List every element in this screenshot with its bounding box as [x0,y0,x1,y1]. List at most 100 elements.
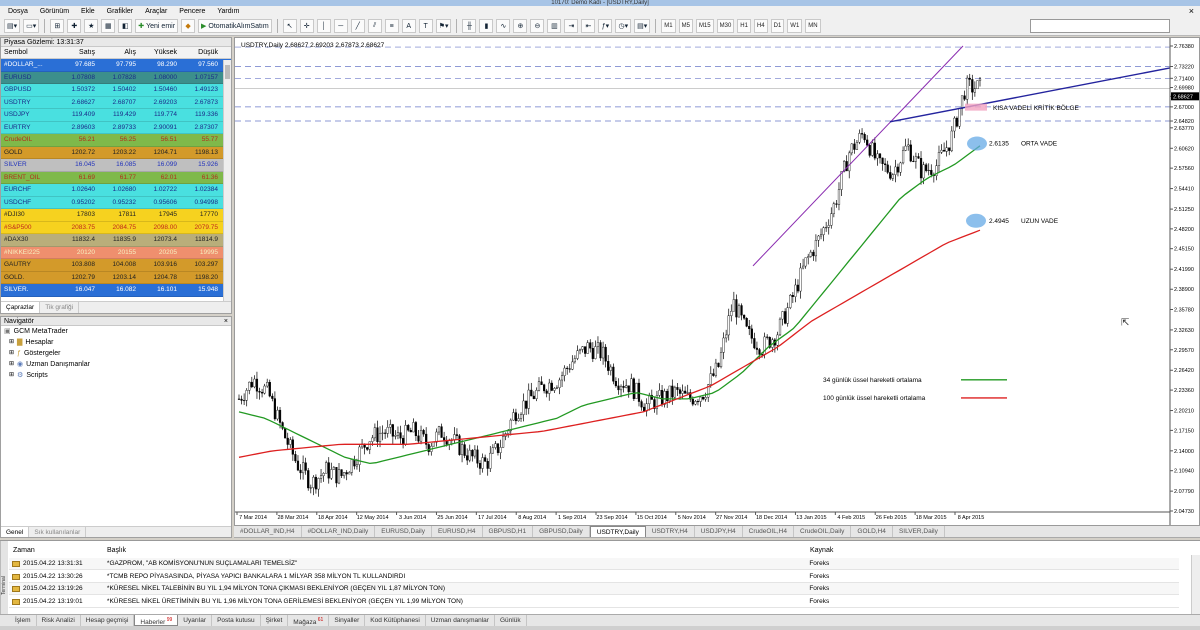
timeframe-w1[interactable]: W1 [787,19,803,33]
news-scrollbar[interactable] [1191,555,1200,615]
auto-trading-button[interactable]: ▶ OtomatikAlımSatım [198,19,272,33]
new-order-button[interactable]: ✚ Yeni emir [135,19,179,33]
market-watch-row[interactable]: USDTRY 2.68627 2.68707 2.69203 2.67873 [1,96,231,109]
timeframe-h1[interactable]: H1 [737,19,751,33]
data-window-icon[interactable]: ✚ [67,19,82,33]
terminal-tab[interactable]: Uzman danışmanlar [426,615,495,626]
line-chart-icon[interactable]: ∿ [496,19,511,33]
column-high[interactable]: Yüksek [139,47,180,58]
terminal-tab[interactable]: İşlem [10,615,37,626]
market-watch-row[interactable]: USDCHF 0.95202 0.95232 0.95606 0.94998 [1,196,231,209]
menu-window[interactable]: Pencere [179,8,205,15]
tester-icon[interactable]: ◧ [118,19,133,33]
menu-charts[interactable]: Grafikler [107,8,133,15]
arrows-icon[interactable]: ⚑▾ [435,19,452,33]
trendline-icon[interactable]: ╱ [350,19,365,33]
price-chart[interactable]: KISA VADELİ KRİTİK BÖLGE 2.6135 ORTA VADE 2… [234,37,1200,526]
terminal-tab[interactable]: Kod Kütüphanesi [365,615,426,626]
periods-icon[interactable]: ◷▾ [615,19,632,33]
market-watch-row[interactable]: EURCHF 1.02640 1.02680 1.02722 1.02384 [1,184,231,197]
terminal-tab[interactable]: Risk Analizi [37,615,81,626]
new-chart-icon[interactable]: ▤▾ [4,19,21,33]
terminal-tab[interactable]: Uyarılar [178,615,213,626]
close-icon[interactable]: × [1189,6,1194,17]
autoscroll-icon[interactable]: ⇥ [564,19,579,33]
scroll-thumb[interactable] [225,65,230,79]
crosshair-icon[interactable]: ✛ [299,19,314,33]
chart-tab[interactable]: USDJPY,H4 [695,526,743,537]
timeframe-h4[interactable]: H4 [753,19,768,33]
column-title[interactable]: Başlık [107,545,810,557]
market-watch-row[interactable]: #DJI30 17803 17811 17945 17770 [1,209,231,222]
chart-tab[interactable]: EURUSD,H4 [432,526,483,537]
navigator-item-accounts[interactable]: ⊞ ▇ Hesaplar [1,337,231,348]
vertical-line-icon[interactable]: │ [316,19,331,33]
chart-tab[interactable]: CrudeOIL,Daily [794,526,852,537]
news-row[interactable]: 2015.04.22 13:19:26 *KÜRESEL NİKEL TALEBİ… [9,583,1179,595]
market-watch-row[interactable]: BRENT_OIL 61.69 61.77 62.01 61.36 [1,171,231,184]
close-icon[interactable]: × [224,317,228,326]
text-icon[interactable]: A [401,19,416,33]
zoom-out-icon[interactable]: ⊖ [530,19,545,33]
chart-tab[interactable]: USDTRY,Daily [589,526,646,537]
market-watch-row[interactable]: SILVER 16.045 16.085 16.099 15.926 [1,159,231,172]
channel-icon[interactable]: ⫽ [367,19,382,33]
candle-chart-icon[interactable]: ▮ [479,19,494,33]
terminal-tab[interactable]: Günlük [495,615,527,626]
horizontal-line-icon[interactable]: ─ [333,19,348,33]
market-watch-scrollbar[interactable] [223,60,231,303]
chart-tab[interactable]: CrudeOIL,H4 [743,526,794,537]
bar-chart-icon[interactable]: ╫ [462,19,477,33]
terminal-tab[interactable]: Haberler 99 [134,615,179,626]
cursor-icon[interactable]: ↖ [282,19,297,33]
market-watch-row[interactable]: SILVER. 16.047 16.082 16.101 15.948 [1,284,231,297]
menu-file[interactable]: Dosya [8,8,28,15]
terminal-tab[interactable]: Mağaza 61 [288,615,330,626]
market-watch-row[interactable]: CrudeOIL 56.21 56.25 56.51 55.77 [1,134,231,147]
market-watch-icon[interactable]: ⊞ [50,19,65,33]
terminal-tab[interactable]: Hesap geçmişi [81,615,135,626]
search-input[interactable] [1030,19,1170,33]
navigator-root[interactable]: ▣ GCM MetaTrader [1,326,231,337]
terminal-icon[interactable]: ▦ [101,19,116,33]
chart-tab[interactable]: GBPUSD,Daily [533,526,590,537]
market-watch-row[interactable]: EURUSD 1.07808 1.07828 1.08000 1.07157 [1,71,231,84]
market-watch-row[interactable]: #S&P500 2083.75 2084.75 2098.00 2079.75 [1,221,231,234]
menu-insert[interactable]: Ekle [81,8,95,15]
market-watch-row[interactable]: #NIKKEI225 20120 20155 20205 19995 [1,246,231,259]
navigator-icon[interactable]: ★ [84,19,99,33]
terminal-tab[interactable]: Sinyaller [329,615,366,626]
chart-tab[interactable]: #DOLLAR_IND,H4 [234,526,302,537]
tab-favorites[interactable]: Sık kullanılanlar [29,527,87,537]
chart-tab[interactable]: USDTRY,H4 [646,526,695,537]
tab-tick-chart[interactable]: Tik grafiği [40,302,80,313]
navigator-item-scripts[interactable]: ⊞ ⚙ Scripts [1,370,231,381]
news-row[interactable]: 2015.04.22 13:30:26 *TCMB REPO PİYASASIND… [9,570,1179,583]
chart-tab[interactable]: GBPUSD,H1 [483,526,534,537]
templates-icon[interactable]: ▤▾ [634,19,651,33]
timeframe-m5[interactable]: M5 [678,19,693,33]
column-symbol[interactable]: Sembol [1,47,57,58]
news-row[interactable]: 2015.04.22 13:31:31 *GAZPROM, "AB KOMİSYO… [9,558,1179,570]
market-watch-row[interactable]: EURTRY 2.89603 2.89733 2.90091 2.87307 [1,121,231,134]
chart-shift-icon[interactable]: ⇤ [581,19,596,33]
tab-general[interactable]: Genel [1,527,30,537]
market-watch-row[interactable]: USDJPY 119.409 119.429 119.774 119.336 [1,109,231,122]
fibonacci-icon[interactable]: ≡ [384,19,399,33]
market-watch-row[interactable]: GOLD 1202.72 1203.22 1204.71 1198.13 [1,146,231,159]
terminal-tab[interactable]: Posta kutusu [212,615,261,626]
chart-canvas[interactable]: KISA VADELİ KRİTİK BÖLGE 2.6135 ORTA VADE 2… [235,38,1200,526]
timeframe-mn[interactable]: MN [805,19,821,33]
metaeditor-icon[interactable]: ◆ [181,19,196,33]
timeframe-m30[interactable]: M30 [716,19,735,33]
market-watch-row[interactable]: #DOLLAR_... 97.685 97.795 98.290 97.560 [1,59,231,72]
column-low[interactable]: Düşük [180,47,221,58]
menu-tools[interactable]: Araçlar [145,8,167,15]
market-watch-row[interactable]: GOLD. 1202.79 1203.14 1204.78 1198.20 [1,271,231,284]
timeframe-m1[interactable]: M1 [661,19,676,33]
zoom-in-icon[interactable]: ⊕ [513,19,528,33]
menu-help[interactable]: Yardım [217,8,239,15]
column-time[interactable]: Zaman [9,545,107,557]
column-ask[interactable]: Alış [98,47,139,58]
market-watch-row[interactable]: GAUTRY 103.808 104.008 103.916 103.297 [1,259,231,272]
